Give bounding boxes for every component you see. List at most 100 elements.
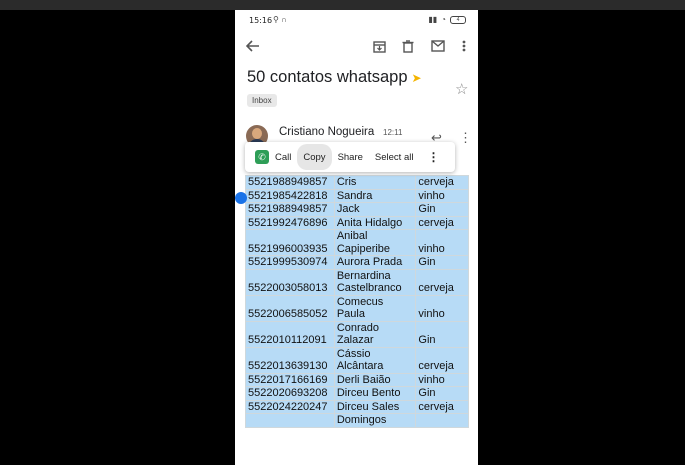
contact-name-line: Zalazar — [336, 334, 374, 346]
contact-name-line: Jack — [336, 203, 360, 215]
sender-time: 12:11 — [383, 128, 403, 137]
contact-name-cell: Dirceu Sales — [333, 399, 417, 414]
contact-name-line: Cris — [336, 176, 357, 188]
table-row: 5521992476896 Anita Hidalgo cerveja — [245, 215, 469, 230]
contact-name-cell: Aurora Prada — [333, 255, 417, 270]
inbox-label-chip[interactable]: Inbox — [247, 94, 277, 107]
table-row: 5522010112091 Conrado Zalazar Gin — [245, 320, 469, 348]
drink-cell: cerveja — [415, 215, 469, 230]
phone-number-cell: 5522006585052 — [245, 294, 335, 322]
menu-overflow-icon[interactable]: ⋮ — [419, 150, 447, 164]
share-menu-item[interactable]: Share — [332, 142, 369, 172]
contact-name-line: Derli Baião — [336, 373, 391, 386]
drink-cell: cerveja — [415, 346, 469, 374]
contact-name-cell: Derli Baião — [333, 372, 417, 387]
phone-number-cell: 5522024220247 — [245, 399, 335, 414]
more-vert-icon[interactable] — [454, 36, 474, 56]
drink-cell: cerveja — [415, 399, 469, 414]
table-row: 5522006585052 Comecus Paula vinho — [245, 294, 469, 322]
drink-cell: Gin — [415, 320, 469, 348]
contact-name-line: Comecus — [336, 295, 384, 308]
phone-number-cell: 5521999530974 — [245, 255, 335, 270]
contact-name-line: Conrado — [336, 321, 380, 334]
phone-number-cell: 5521985422818 — [245, 188, 335, 203]
selection-handle[interactable] — [235, 192, 247, 204]
contact-name-line: Paula — [336, 308, 365, 320]
select-all-menu-item[interactable]: Select all — [369, 142, 420, 172]
drink-cell: Gin — [415, 255, 469, 270]
status-time: 15:16 — [249, 16, 273, 25]
drink-cell — [415, 413, 469, 428]
drink-cell: vinho — [415, 229, 469, 256]
contact-name-cell: Jack — [333, 202, 417, 217]
star-icon[interactable]: ☆ — [455, 80, 468, 98]
table-row: 5521988949857 Jack Gin — [245, 202, 469, 217]
signal-icon: ▮▮ — [428, 15, 438, 24]
phone-number-cell: 5521992476896 — [245, 215, 335, 230]
drink-cell: cerveja — [415, 268, 469, 296]
phone-number-cell: 5522013639130 — [245, 346, 335, 374]
contact-name-line: Bernardina — [336, 269, 391, 282]
contact-name-cell: Comecus Paula — [333, 294, 417, 322]
status-right: ▮▮ ◔ 4 — [428, 15, 466, 24]
phone-number-cell: 5522017166169 — [245, 372, 335, 387]
contact-name-cell: Cássio Alcântara — [333, 346, 417, 374]
drink-cell: cerveja — [415, 175, 469, 190]
table-row: 5521985422818 Sandra vinho — [245, 188, 469, 203]
drink-cell: vinho — [415, 372, 469, 387]
mail-icon[interactable] — [428, 36, 448, 56]
email-subject: 50 contatos whatsapp ➤ — [247, 68, 422, 87]
email-subject-text: 50 contatos whatsapp — [247, 68, 408, 86]
table-row: 5521996003935 Anibal Capiperibe vinho — [245, 229, 469, 256]
table-row: 5522013639130 Cássio Alcântara cerveja — [245, 346, 469, 374]
copy-menu-item[interactable]: Copy — [297, 144, 332, 170]
contact-name-line: Dirceu Sales — [336, 400, 400, 413]
table-row: 5521988949857 Cris cerveja — [245, 175, 469, 190]
delete-icon[interactable] — [398, 36, 418, 56]
top-strip — [0, 0, 685, 10]
back-arrow-icon[interactable] — [243, 36, 263, 56]
important-marker-icon[interactable]: ➤ — [412, 71, 422, 85]
message-more-icon[interactable]: ⋮ — [459, 130, 472, 146]
table-row: 5522003058013 Bernardina Castelbranco cerve… — [245, 268, 469, 296]
phone-number-cell: 5521988949857 — [245, 175, 335, 190]
contact-name-line: Cássio — [336, 347, 371, 360]
contact-name-line: Domingos — [336, 414, 387, 426]
contact-name-line: Sandra — [336, 189, 373, 202]
phone-number-cell: 5521988949857 — [245, 202, 335, 217]
archive-icon[interactable] — [369, 36, 389, 56]
contact-name-line: Castelbranco — [336, 282, 402, 294]
drink-cell: Gin — [415, 202, 469, 217]
contact-name-cell: Sandra — [333, 188, 417, 203]
drink-cell: vinho — [415, 188, 469, 203]
wifi-icon: ◔ — [441, 15, 446, 24]
sender-name[interactable]: Cristiano Nogueira — [279, 126, 374, 138]
email-toolbar — [235, 34, 478, 58]
phone-number-cell: 5522020693208 — [245, 386, 335, 401]
phone-screen: 15:16 ⚲ ∩ ▮▮ ◔ 4 50 contatos whatsapp ➤ ☆… — [235, 10, 478, 465]
drink-cell: vinho — [415, 294, 469, 322]
phone-number-cell: 5521996003935 — [245, 229, 335, 256]
contact-name-line: Alcântara — [336, 360, 384, 372]
contact-name-cell: Bernardina Castelbranco — [333, 268, 417, 296]
status-bar: 15:16 ⚲ ∩ ▮▮ ◔ 4 — [235, 10, 478, 32]
call-menu-item[interactable]: Call — [269, 142, 297, 172]
contact-name-cell: Dirceu Bento — [333, 386, 417, 401]
contact-name-cell: Anita Hidalgo — [333, 215, 417, 230]
contact-name-line: Anibal — [336, 230, 368, 242]
table-row: 5522020693208 Dirceu Bento Gin — [245, 386, 469, 401]
contact-name-line: Dirceu Bento — [336, 387, 401, 399]
table-row: 5522017166169 Derli Baião vinho — [245, 372, 469, 387]
contact-name-line: Capiperibe — [336, 242, 391, 255]
drink-cell: Gin — [415, 386, 469, 401]
table-row: 5521999530974 Aurora Prada Gin — [245, 255, 469, 270]
contact-name-cell: Cris — [333, 175, 417, 190]
notification-icons: ⚲ ∩ — [273, 15, 287, 24]
phone-number-cell: 5522003058013 — [245, 268, 335, 296]
avatar-face — [252, 128, 262, 139]
phone-number-cell — [245, 413, 335, 428]
table-row: 5522024220247 Dirceu Sales cerveja — [245, 399, 469, 414]
contact-name-cell: Conrado Zalazar — [333, 320, 417, 348]
contact-name-line: Aurora Prada — [336, 256, 403, 268]
contact-name-cell: Domingos — [333, 413, 417, 428]
